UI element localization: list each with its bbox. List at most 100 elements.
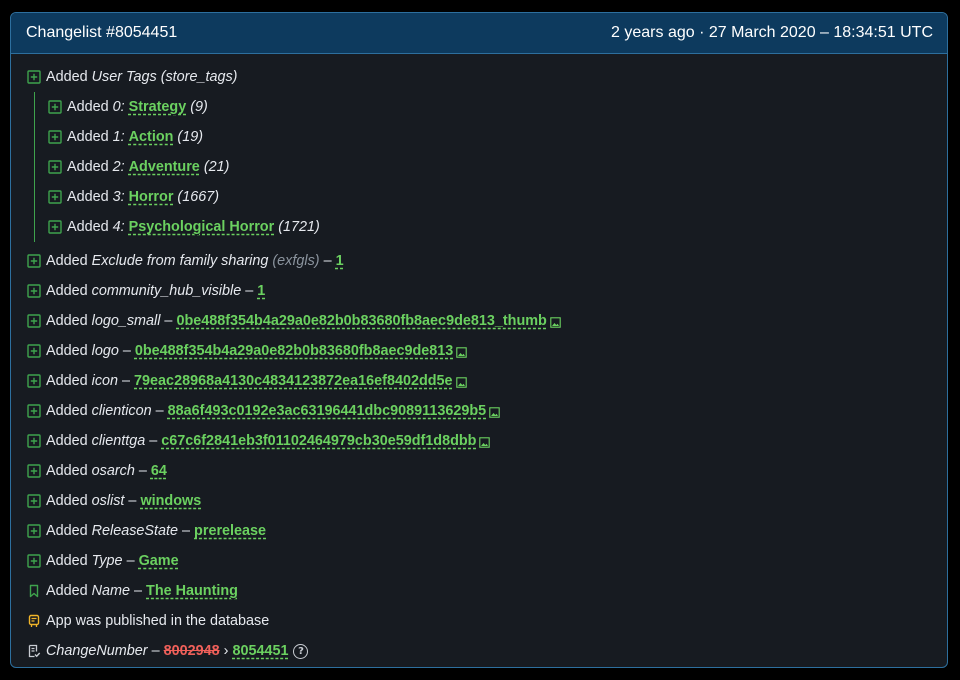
- plus-square-icon: [27, 404, 41, 418]
- key-name: oslist: [91, 493, 125, 509]
- value-link[interactable]: Game: [139, 553, 179, 569]
- changelist-timestamp[interactable]: 2 years ago · 27 March 2020 – 18:34:51 U…: [611, 24, 933, 42]
- separator: –: [151, 643, 160, 659]
- list-item: Added logo – 0be488f354b4a29a0e82b0b8368…: [11, 336, 947, 366]
- tag-index: 1:: [112, 129, 125, 145]
- image-icon[interactable]: [455, 376, 467, 388]
- list-item: Added Type – Game: [11, 546, 947, 576]
- separator: –: [138, 463, 147, 479]
- value-link[interactable]: 64: [151, 463, 167, 479]
- separator: –: [126, 553, 135, 569]
- value-link[interactable]: The Haunting: [146, 583, 238, 599]
- added-label: Added: [67, 159, 109, 175]
- plus-square-icon: [27, 374, 41, 388]
- plus-square-icon: [48, 130, 62, 144]
- separator: –: [245, 283, 254, 299]
- tag-count: (21): [203, 159, 230, 175]
- change-list: Added User Tags (store_tags) Added 0: St…: [11, 54, 947, 242]
- user-tags-children: Added 0: Strategy (9) Added 1: Action (19…: [34, 92, 947, 242]
- plus-square-icon: [27, 344, 41, 358]
- tag-link[interactable]: Action: [129, 129, 174, 145]
- changelist-title: Changelist #8054451: [26, 24, 178, 41]
- plus-square-icon: [27, 284, 41, 298]
- list-item: Added ReleaseState – prerelease: [11, 516, 947, 546]
- tag-link[interactable]: Strategy: [129, 99, 187, 115]
- change-list-tail: Added Name – The Haunting App was publis…: [11, 576, 947, 666]
- plus-square-icon: [27, 464, 41, 478]
- added-label: Added: [67, 219, 109, 235]
- separator: –: [155, 403, 164, 419]
- tag-list-item: Added 1: Action (19): [35, 122, 947, 152]
- list-item-change-number: ChangeNumber – 8002948 › 8054451 ?: [11, 636, 947, 666]
- tag-count: (1667): [177, 189, 220, 205]
- image-icon[interactable]: [489, 406, 500, 418]
- value-link[interactable]: 1: [257, 283, 265, 299]
- added-label: Added: [46, 523, 88, 539]
- added-label: Added: [46, 283, 88, 299]
- value-link[interactable]: 0be488f354b4a29a0e82b0b83680fb8aec9de813…: [176, 313, 546, 329]
- image-icon[interactable]: [479, 436, 491, 448]
- tag-list-item: Added 0: Strategy (9): [35, 92, 947, 122]
- help-icon[interactable]: ?: [293, 643, 309, 659]
- list-item: Added logo_small – 0be488f354b4a29a0e82b…: [11, 306, 947, 336]
- separator: –: [134, 583, 143, 599]
- list-item: Added clienttga – c67c6f2841eb3f01102464…: [11, 426, 947, 456]
- added-label: Added: [46, 433, 88, 449]
- value-link[interactable]: prerelease: [194, 523, 266, 539]
- tag-link[interactable]: Horror: [129, 189, 174, 205]
- separator: –: [122, 373, 131, 389]
- tag-list-item: Added 2: Adventure (21): [35, 152, 947, 182]
- list-item-user-tags: Added User Tags (store_tags) Added 0: St…: [11, 62, 947, 242]
- separator: –: [149, 433, 158, 449]
- tag-index: 0:: [112, 99, 125, 115]
- key-id: (exfgls): [272, 253, 320, 269]
- tag-link[interactable]: Adventure: [129, 159, 200, 175]
- list-item: Added clienticon – 88a6f493c0192e3ac6319…: [11, 396, 947, 426]
- separator: –: [323, 253, 332, 269]
- added-label: Added: [46, 553, 88, 569]
- image-icon[interactable]: [550, 316, 561, 328]
- key-name: clienticon: [91, 403, 152, 419]
- key-name: ReleaseState: [91, 523, 179, 539]
- plus-square-icon: [27, 494, 41, 508]
- tag-index: 4:: [112, 219, 125, 235]
- list-item: Added oslist – windows: [11, 486, 947, 516]
- plus-square-icon: [48, 190, 62, 204]
- added-label: Added: [67, 129, 109, 145]
- new-value-link[interactable]: 8054451: [232, 643, 288, 659]
- image-icon[interactable]: [456, 346, 468, 358]
- value-link[interactable]: 1: [336, 253, 344, 269]
- separator: –: [182, 523, 191, 539]
- published-icon: [27, 614, 41, 628]
- key-name: Name: [91, 583, 131, 599]
- added-label: Added: [46, 253, 88, 269]
- tag-link[interactable]: Psychological Horror: [129, 219, 275, 235]
- plus-square-icon: [27, 524, 41, 538]
- value-link[interactable]: 79eac28968a4130c4834123872ea16ef8402dd5e: [134, 373, 453, 389]
- value-link[interactable]: windows: [140, 493, 201, 509]
- published-text: App was published in the database: [46, 613, 270, 629]
- changelist-panel: Changelist #8054451 2 years ago · 27 Mar…: [10, 12, 948, 668]
- added-label: Added: [46, 69, 88, 85]
- tag-count: (9): [190, 99, 208, 115]
- old-value[interactable]: 8002948: [164, 643, 220, 659]
- value-link[interactable]: 0be488f354b4a29a0e82b0b83680fb8aec9de813: [135, 343, 453, 359]
- separator: –: [122, 343, 131, 359]
- key-name: clienttga: [91, 433, 146, 449]
- list-item: Added community_hub_visible – 1: [11, 276, 947, 306]
- plus-square-icon: [48, 100, 62, 114]
- key-name: ChangeNumber: [46, 643, 148, 659]
- user-tags-row: Added User Tags (store_tags): [11, 62, 947, 92]
- added-label: Added: [67, 99, 109, 115]
- value-link[interactable]: 88a6f493c0192e3ac63196441dbc9089113629b5: [168, 403, 487, 419]
- added-label: Added: [46, 373, 88, 389]
- plus-square-icon: [27, 434, 41, 448]
- list-item-name: Added Name – The Haunting: [11, 576, 947, 606]
- key-name: logo_small: [91, 313, 161, 329]
- plus-square-icon: [48, 160, 62, 174]
- added-label: Added: [46, 343, 88, 359]
- key-name: community_hub_visible: [91, 283, 242, 299]
- added-label: Added: [46, 313, 88, 329]
- value-link[interactable]: c67c6f2841eb3f01102464979cb30e59df1d8dbb: [161, 433, 476, 449]
- added-label: Added: [46, 403, 88, 419]
